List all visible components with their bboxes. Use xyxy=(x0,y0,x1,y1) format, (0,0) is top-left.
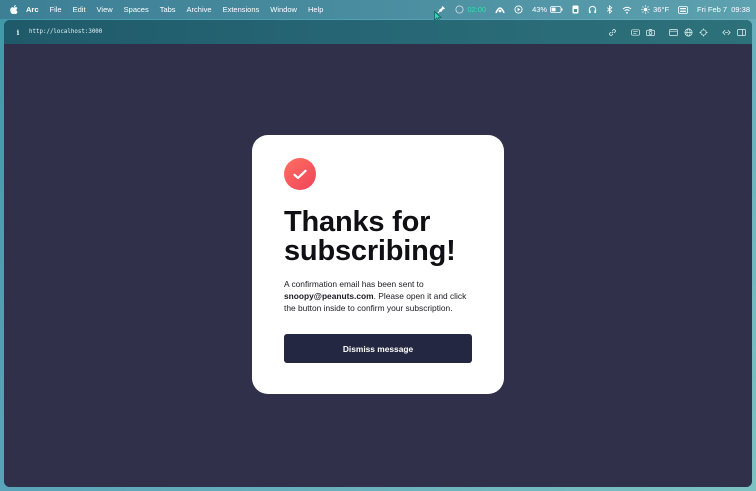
confirmation-message: A confirmation email has been sent to sn… xyxy=(284,278,480,314)
menu-view[interactable]: View xyxy=(97,5,113,14)
weather-widget[interactable]: 36°F xyxy=(641,5,669,14)
menu-file[interactable]: File xyxy=(50,5,62,14)
subscriber-email: snoopy@peanuts.com xyxy=(284,291,374,301)
dismiss-message-button[interactable]: Dismiss message xyxy=(284,334,472,363)
site-info-icon[interactable]: i xyxy=(15,28,21,37)
play-circle-icon[interactable] xyxy=(514,5,523,14)
menu-tabs[interactable]: Tabs xyxy=(160,5,176,14)
developer-mode-icon[interactable] xyxy=(722,28,731,37)
menu-bar-left: Arc File Edit View Spaces Tabs Archive E… xyxy=(0,0,334,19)
apple-icon[interactable] xyxy=(10,5,18,14)
copy-link-icon[interactable] xyxy=(608,28,617,37)
arc-icon[interactable] xyxy=(495,5,505,14)
menu-archive[interactable]: Archive xyxy=(187,5,212,14)
window-icon[interactable] xyxy=(669,28,678,37)
success-badge xyxy=(284,158,316,190)
menu-edit[interactable]: Edit xyxy=(73,5,86,14)
reader-mode-icon[interactable] xyxy=(631,28,640,37)
sun-icon xyxy=(641,5,650,14)
sidebar-toggle-icon[interactable] xyxy=(737,28,746,37)
bluetooth-icon[interactable] xyxy=(606,5,613,14)
browser-toolbar: i http://localhost:3000 xyxy=(4,20,752,44)
battery-status[interactable]: 43% xyxy=(532,5,563,14)
clock-datetime[interactable]: Fri Feb 7 09:38 xyxy=(697,5,750,14)
menu-extensions[interactable]: Extensions xyxy=(223,5,260,14)
menu-bar: Arc File Edit View Spaces Tabs Archive E… xyxy=(0,0,756,19)
camera-icon[interactable] xyxy=(646,28,655,37)
message-intro: A confirmation email has been sent to xyxy=(284,279,424,289)
subscription-confirmation-card: Thanks for subscribing! A confirmation e… xyxy=(252,135,504,394)
battery-icon xyxy=(550,6,563,13)
weather-temp: 36°F xyxy=(653,5,670,14)
globe-icon[interactable] xyxy=(684,28,693,37)
menu-app-name[interactable]: Arc xyxy=(26,5,39,14)
url-bar[interactable]: http://localhost:3000 xyxy=(29,29,102,35)
confirmation-title: Thanks for subscribing! xyxy=(284,206,456,267)
control-center-icon[interactable] xyxy=(678,5,688,14)
timer-ring-icon xyxy=(455,5,464,14)
menu-spaces[interactable]: Spaces xyxy=(124,5,149,14)
timer-value: 02:00 xyxy=(467,5,487,14)
checkmark-icon xyxy=(293,169,307,179)
page-content: Thanks for subscribing! A confirmation e… xyxy=(4,44,752,487)
battery-percent: 43% xyxy=(532,5,548,14)
document-icon[interactable] xyxy=(572,5,579,14)
focus-timer[interactable]: 02:00 xyxy=(455,5,486,14)
headphones-icon[interactable] xyxy=(588,5,597,14)
menu-window[interactable]: Window xyxy=(270,5,297,14)
toolbar-actions xyxy=(602,20,746,44)
target-icon[interactable] xyxy=(699,27,708,37)
wifi-icon[interactable] xyxy=(622,6,632,14)
menu-help[interactable]: Help xyxy=(308,5,323,14)
browser-window: i http://localhost:3000 Thanks for subsc… xyxy=(4,20,752,487)
menu-bar-status: 02:00 43% 36°F Fri Feb 7 09:38 xyxy=(428,0,750,19)
